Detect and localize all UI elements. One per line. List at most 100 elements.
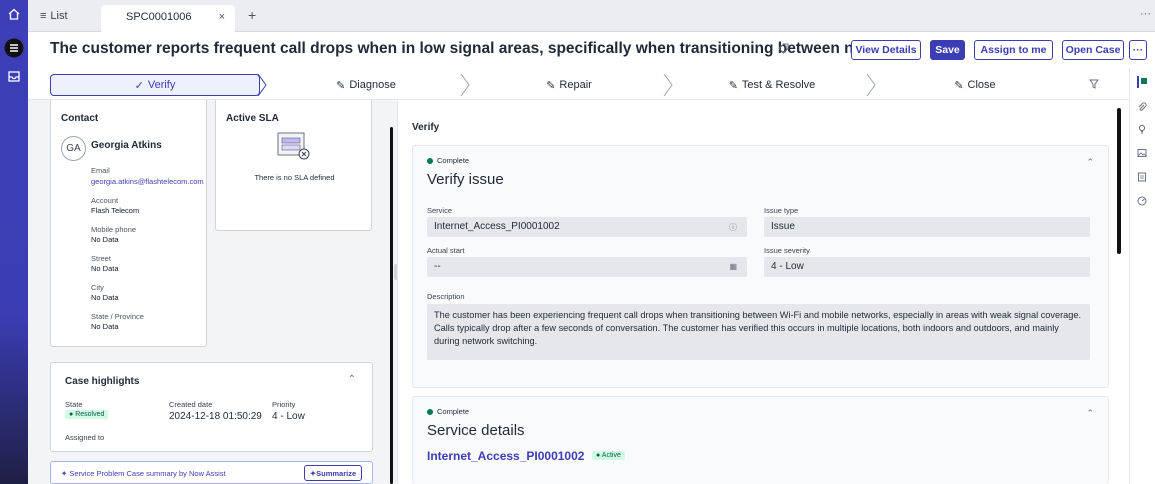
status-text: Complete: [437, 156, 470, 165]
more-icon[interactable]: ···: [1140, 8, 1151, 20]
verify-issue-section: Complete ⌃ Verify issue Service Internet…: [412, 145, 1109, 388]
sla-empty-text: There is no SLA defined: [254, 173, 335, 182]
stage-diagnose[interactable]: ✎ Diagnose: [268, 74, 464, 96]
contact-card: Contact GA Georgia Atkins Email georgia.…: [50, 100, 207, 347]
tab-record[interactable]: SPC0001006 ×: [101, 5, 235, 32]
chevron-up-icon[interactable]: ⌃: [1086, 408, 1094, 419]
dashboard-icon[interactable]: [1137, 196, 1147, 206]
assign-to-me-button[interactable]: Assign to me: [974, 40, 1053, 60]
add-tab-icon[interactable]: +: [248, 7, 256, 23]
more-actions-button[interactable]: ···: [1129, 40, 1147, 60]
stage-verify[interactable]: ✓ Verify: [50, 74, 260, 96]
calendar-icon[interactable]: ▦: [729, 262, 737, 271]
tab-list-label: List: [50, 10, 68, 22]
created-date-label: Created date: [169, 400, 213, 409]
left-nav-rail: [0, 0, 28, 484]
info-icon[interactable]: ⓘ: [729, 222, 737, 233]
assist-label: Service Problem Case summary by Now Assi…: [69, 469, 226, 478]
filter-icon[interactable]: [1089, 79, 1099, 89]
service-details-section: Complete ⌃ Service details Internet_Acce…: [412, 396, 1109, 484]
chevron-right-icon: [460, 74, 470, 96]
open-case-button[interactable]: Open Case: [1062, 40, 1124, 60]
view-details-button[interactable]: View Details: [851, 40, 921, 60]
service-link[interactable]: Internet_Access_PI0001002: [427, 449, 584, 463]
section-heading: Service details: [427, 422, 525, 439]
priority-label: Priority: [272, 400, 296, 409]
severity-field[interactable]: 4 - Low: [764, 257, 1090, 277]
tab-record-label: SPC0001006: [126, 11, 192, 23]
status-text: Complete: [437, 407, 470, 416]
severity-label: Issue severity: [764, 246, 810, 255]
stage-repair[interactable]: ✎ Repair: [471, 74, 667, 96]
attachment-icon[interactable]: [1137, 102, 1147, 112]
field-label: City: [91, 283, 104, 292]
actual-start-field[interactable]: -- ▦: [427, 257, 747, 277]
chevron-right-icon: [663, 74, 673, 96]
field-label: Email: [91, 166, 110, 175]
scrollbar[interactable]: [390, 127, 393, 484]
side-panel-rail: [1129, 68, 1155, 484]
document-icon[interactable]: [1137, 172, 1147, 182]
list-icon: ≡: [40, 10, 47, 22]
tab-list[interactable]: ≡ List: [40, 10, 68, 22]
chevron-right-icon: [866, 74, 876, 96]
status-badge: ● Active: [592, 451, 625, 460]
contact-name[interactable]: Georgia Atkins: [91, 140, 162, 151]
field-value: No Data: [91, 235, 119, 244]
summarize-label: Summarize: [316, 468, 357, 478]
stage-test-resolve[interactable]: ✎ Test & Resolve: [674, 74, 870, 96]
issue-type-label: Issue type: [764, 206, 799, 215]
complete-dot-icon: [427, 408, 433, 415]
chevron-right-icon: [257, 74, 267, 96]
status-badge-text: Resolved: [75, 411, 105, 418]
sla-heading: Active SLA: [226, 113, 279, 124]
email-link[interactable]: georgia.atkins@flashtelecom.com: [91, 177, 204, 186]
now-assist-bar: ✦ Service Problem Case summary by Now As…: [50, 461, 373, 484]
actual-start-value: --: [434, 261, 441, 272]
case-highlights-card: Case highlights ⌃ State ● Resolved Creat…: [50, 362, 373, 452]
pencil-icon: ✎: [546, 79, 556, 92]
chevron-up-icon[interactable]: ⌃: [1086, 157, 1094, 168]
status-indicator: Complete: [427, 156, 469, 165]
save-button[interactable]: Save: [930, 40, 965, 60]
chevron-up-icon[interactable]: ⌃: [348, 374, 356, 385]
sparkle-icon: ✦: [61, 469, 68, 478]
field-value: No Data: [91, 322, 119, 331]
inbox-icon[interactable]: [4, 66, 24, 86]
tab-strip: ≡ List SPC0001006 × + ···: [28, 0, 1155, 32]
service-field[interactable]: Internet_Access_PI0001002 ⓘ: [427, 217, 747, 237]
home-icon[interactable]: [4, 4, 24, 24]
main-content: Contact GA Georgia Atkins Email georgia.…: [28, 100, 1129, 484]
section-heading: Verify issue: [427, 171, 504, 188]
issue-type-value: Issue: [771, 221, 795, 232]
field-value: No Data: [91, 293, 119, 302]
state-label: State: [65, 400, 83, 409]
service-value: Internet_Access_PI0001002: [434, 221, 560, 232]
details-icon[interactable]: [1137, 76, 1149, 88]
menu-icon[interactable]: [4, 38, 24, 58]
sla-card: Active SLA There is no SLA defined: [215, 100, 372, 231]
stage-label: Close: [967, 79, 996, 91]
priority-value: 4 - Low: [272, 411, 305, 422]
field-label: State / Province: [91, 312, 144, 321]
stage-close[interactable]: ✎ Close: [877, 74, 1073, 96]
summarize-button[interactable]: ✦ Summarize: [304, 465, 362, 481]
lightbulb-icon[interactable]: [1137, 124, 1147, 134]
issue-type-field[interactable]: Issue: [764, 217, 1090, 237]
status-badge: ● Resolved: [65, 410, 109, 419]
description-field[interactable]: The customer has been experiencing frequ…: [427, 304, 1090, 360]
scrollbar[interactable]: [1117, 108, 1121, 254]
image-icon[interactable]: [1137, 148, 1147, 158]
description-label: Description: [427, 292, 465, 301]
status-badge-text: Active: [601, 452, 621, 459]
close-icon[interactable]: ×: [219, 11, 225, 23]
field-label: Street: [91, 254, 112, 263]
stage-panel: Verify Complete ⌃ Verify issue Service I…: [397, 100, 1129, 484]
contact-heading: Contact: [61, 113, 99, 124]
pencil-icon: ✎: [954, 79, 964, 92]
pencil-icon: ✎: [728, 79, 738, 92]
field-value: Flash Telecom: [91, 206, 140, 215]
severity-value: 4 - Low: [771, 261, 804, 272]
tag-icon[interactable]: [778, 43, 789, 54]
highlights-heading: Case highlights: [65, 376, 140, 387]
